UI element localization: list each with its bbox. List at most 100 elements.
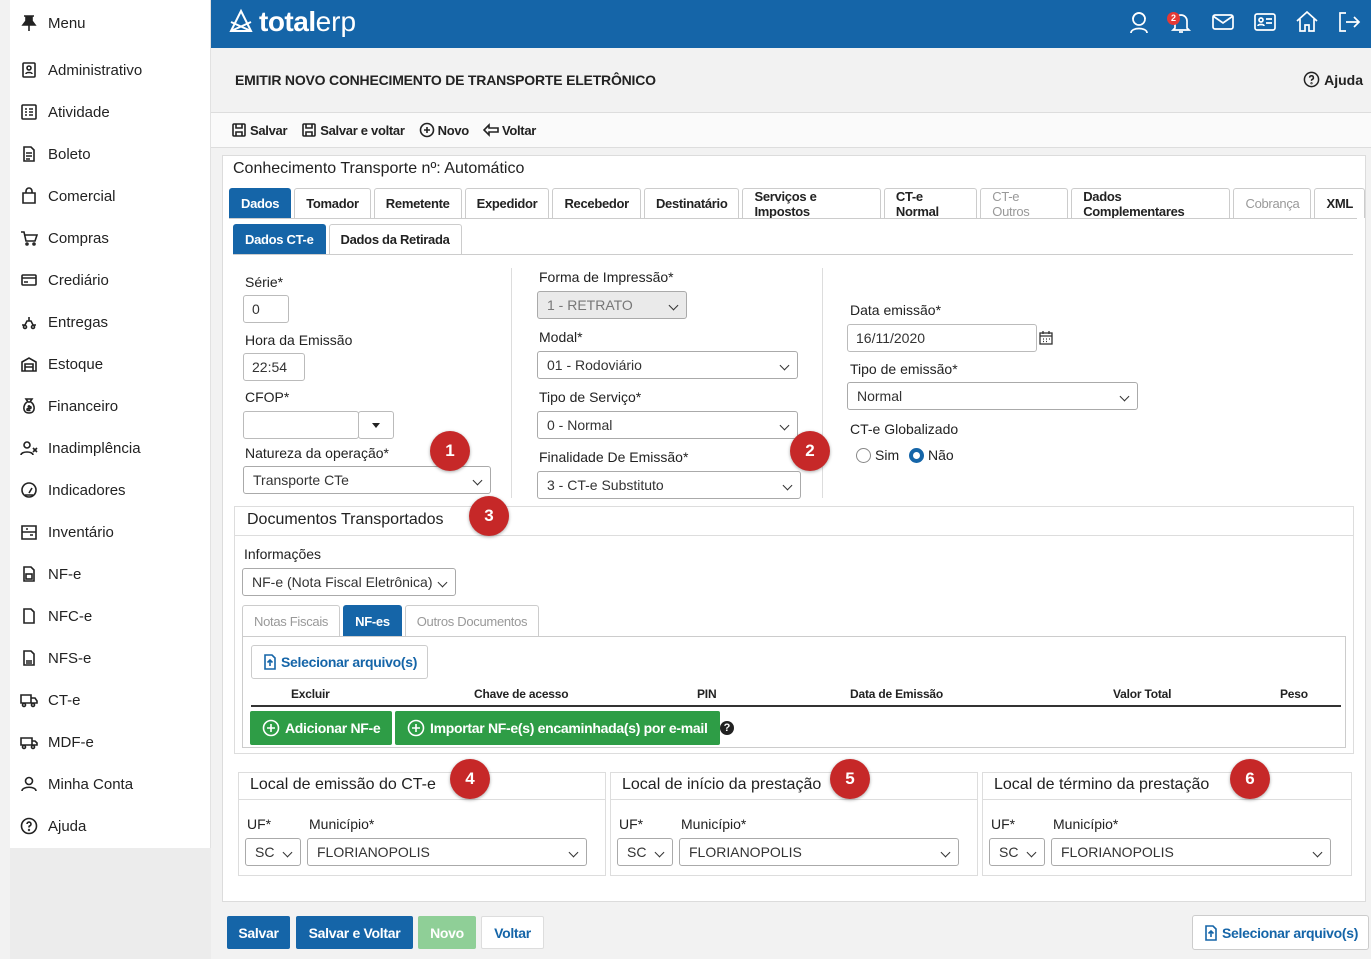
tab-cte-normal[interactable]: CT-e Normal bbox=[883, 188, 978, 219]
hora-input[interactable]: 22:54 bbox=[243, 353, 305, 381]
home-icon[interactable] bbox=[1293, 8, 1321, 36]
servico-select[interactable]: 0 - Normal bbox=[537, 411, 798, 439]
sidebar-item-cte[interactable]: CT-e bbox=[20, 685, 81, 715]
cfop-input[interactable] bbox=[243, 411, 359, 439]
document-icon bbox=[20, 145, 38, 163]
sidebar-item-nfe[interactable]: NF-e bbox=[20, 559, 81, 589]
user-x-icon bbox=[20, 439, 38, 457]
globalizado-sim-radio[interactable]: Sim bbox=[856, 447, 899, 463]
import-nfe-label: Importar NF-e(s) encaminhada(s) por e-ma… bbox=[430, 720, 708, 736]
subtab-dados-retirada[interactable]: Dados da Retirada bbox=[328, 224, 462, 254]
tab-servicos-impostos[interactable]: Serviços e Impostos bbox=[742, 188, 881, 219]
money-bag-icon bbox=[20, 397, 38, 415]
tab-tomador[interactable]: Tomador bbox=[294, 188, 371, 218]
sidebar-item-compras[interactable]: Compras bbox=[20, 223, 109, 253]
tab-dados-complementares[interactable]: Dados Complementares bbox=[1071, 188, 1231, 219]
sidebar-item-indicadores[interactable]: Indicadores bbox=[20, 475, 126, 505]
tab-outros-documentos[interactable]: Outros Documentos bbox=[404, 605, 540, 636]
municipio-select[interactable]: FLORIANOPOLIS bbox=[1051, 838, 1331, 866]
sidebar-item-nfse[interactable]: NFS-e bbox=[20, 643, 91, 673]
notifications-bell-icon[interactable]: 2 bbox=[1167, 8, 1195, 36]
tipo-emissao-select[interactable]: Normal bbox=[847, 382, 1138, 410]
tab-expedidor[interactable]: Expedidor bbox=[464, 188, 550, 218]
question-icon[interactable]: ? bbox=[720, 721, 734, 735]
sidebar-item-estoque[interactable]: Estoque bbox=[20, 349, 103, 379]
logout-icon[interactable] bbox=[1335, 8, 1363, 36]
footer-back-button[interactable]: Voltar bbox=[481, 916, 544, 949]
sidebar-item-crediario[interactable]: Crediário bbox=[20, 265, 109, 295]
tab-cte-outros[interactable]: CT-e Outros bbox=[980, 188, 1069, 219]
sidebar-item-menu[interactable]: Menu bbox=[20, 8, 86, 38]
informacoes-label: Informações bbox=[244, 546, 322, 562]
uf-select[interactable]: SC bbox=[989, 838, 1045, 866]
sidebar-item-label: Menu bbox=[48, 14, 86, 32]
modal-select[interactable]: 01 - Rodoviário bbox=[537, 351, 798, 379]
sidebar-item-comercial[interactable]: Comercial bbox=[20, 181, 116, 211]
finalidade-select[interactable]: 3 - CT-e Substituto bbox=[537, 471, 801, 499]
globalizado-nao-radio[interactable]: Não bbox=[909, 447, 954, 463]
sidebar-item-inventario[interactable]: Inventário bbox=[20, 517, 114, 547]
tab-dados[interactable]: Dados bbox=[229, 188, 292, 218]
credit-card-icon bbox=[20, 271, 38, 289]
calendar-icon[interactable] bbox=[1038, 330, 1054, 346]
impressao-select[interactable]: 1 - RETRATO bbox=[537, 291, 687, 319]
logo[interactable]: total erp bbox=[227, 6, 356, 38]
tab-destinatario[interactable]: Destinatário bbox=[643, 188, 740, 218]
uf-select[interactable]: SC bbox=[245, 838, 301, 866]
col-valor-total: Valor Total bbox=[1113, 687, 1172, 701]
floppy-icon bbox=[302, 123, 317, 137]
toolbar-save-back-button[interactable]: Salvar e voltar bbox=[301, 122, 405, 138]
uf-select[interactable]: SC bbox=[617, 838, 673, 866]
globalizado-label: CT-e Globalizado bbox=[850, 421, 959, 437]
footer-save-button[interactable]: Salvar bbox=[227, 916, 290, 949]
sidebar-item-atividade[interactable]: Atividade bbox=[20, 97, 110, 127]
footer-save-back-button[interactable]: Salvar e Voltar bbox=[296, 916, 413, 949]
sidebar-item-ajuda[interactable]: Ajuda bbox=[20, 811, 86, 841]
tab-remetente[interactable]: Remetente bbox=[373, 188, 462, 218]
sidebar-item-entregas[interactable]: Entregas bbox=[20, 307, 108, 337]
sidebar-item-administrativo[interactable]: Administrativo bbox=[20, 55, 142, 85]
footer-select-file-button[interactable]: Selecionar arquivo(s) bbox=[1192, 915, 1370, 950]
radio-checked bbox=[909, 447, 924, 463]
serie-input[interactable]: 0 bbox=[243, 295, 289, 323]
toolbar-back-button[interactable]: Voltar bbox=[482, 122, 536, 138]
select-file-button[interactable]: Selecionar arquivo(s) bbox=[251, 645, 429, 679]
toolbar-save-button[interactable]: Salvar bbox=[231, 122, 288, 138]
import-nfe-button[interactable]: Importar NF-e(s) encaminhada(s) por e-ma… bbox=[395, 711, 720, 745]
subtab-dados-cte[interactable]: Dados CT-e bbox=[233, 224, 326, 254]
sidebar-item-nfce[interactable]: NFC-e bbox=[20, 601, 92, 631]
shelf-icon bbox=[20, 523, 38, 541]
tab-nfes[interactable]: NF-es bbox=[343, 605, 402, 636]
local-inicio-section: Local de início da prestação UF* Municíp… bbox=[610, 772, 978, 876]
tab-cobranca[interactable]: Cobrança bbox=[1233, 188, 1312, 218]
radio-sim-label: Sim bbox=[875, 447, 900, 463]
footer-new-button[interactable]: Novo bbox=[418, 916, 476, 949]
help-link[interactable]: Ajuda bbox=[1303, 71, 1363, 88]
annotation-marker-5: 5 bbox=[830, 759, 870, 799]
informacoes-select[interactable]: NF-e (Nota Fiscal Eletrônica) bbox=[242, 568, 456, 596]
documentos-section: Documentos Transportados Informações NF-… bbox=[234, 506, 1354, 754]
support-agent-icon[interactable] bbox=[1125, 8, 1153, 36]
tab-xml[interactable]: XML bbox=[1314, 188, 1365, 218]
toolbar-new-button[interactable]: Novo bbox=[419, 122, 469, 138]
data-emissao-input[interactable]: 16/11/2020 bbox=[847, 324, 1037, 352]
section-divider bbox=[235, 535, 1353, 536]
municipio-select[interactable]: FLORIANOPOLIS bbox=[307, 838, 587, 866]
logo-bold-text: total bbox=[259, 6, 316, 37]
tab-notas-fiscais[interactable]: Notas Fiscais bbox=[242, 605, 341, 636]
sidebar-item-mdfe[interactable]: MDF-e bbox=[20, 727, 94, 757]
id-card-icon[interactable] bbox=[1251, 8, 1279, 36]
uf-label: UF* bbox=[991, 816, 1016, 832]
modal-label: Modal* bbox=[539, 329, 583, 345]
sidebar-item-inadimplencia[interactable]: Inadimplência bbox=[20, 433, 141, 463]
mail-icon[interactable] bbox=[1209, 8, 1237, 36]
add-nfe-button[interactable]: Adicionar NF-e bbox=[250, 711, 393, 745]
municipio-select[interactable]: FLORIANOPOLIS bbox=[679, 838, 959, 866]
van-icon bbox=[20, 733, 38, 751]
sidebar-item-boleto[interactable]: Boleto bbox=[20, 139, 91, 169]
sidebar-item-financeiro[interactable]: Financeiro bbox=[20, 391, 118, 421]
cfop-dropdown-button[interactable] bbox=[358, 411, 394, 439]
annotation-marker-1: 1 bbox=[430, 431, 470, 471]
sidebar-item-minha-conta[interactable]: Minha Conta bbox=[20, 769, 133, 799]
tab-recebedor[interactable]: Recebedor bbox=[552, 188, 641, 218]
